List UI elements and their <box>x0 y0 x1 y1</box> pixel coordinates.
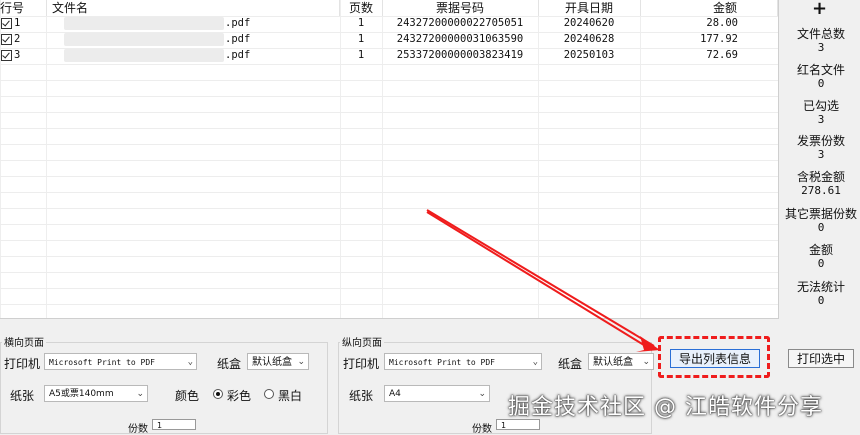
watermark: 掘金技术社区 @ 江皓软件分享 <box>508 395 823 420</box>
arrow-line <box>426 209 655 347</box>
arrow-line <box>426 211 653 351</box>
highlight-box <box>658 336 770 378</box>
